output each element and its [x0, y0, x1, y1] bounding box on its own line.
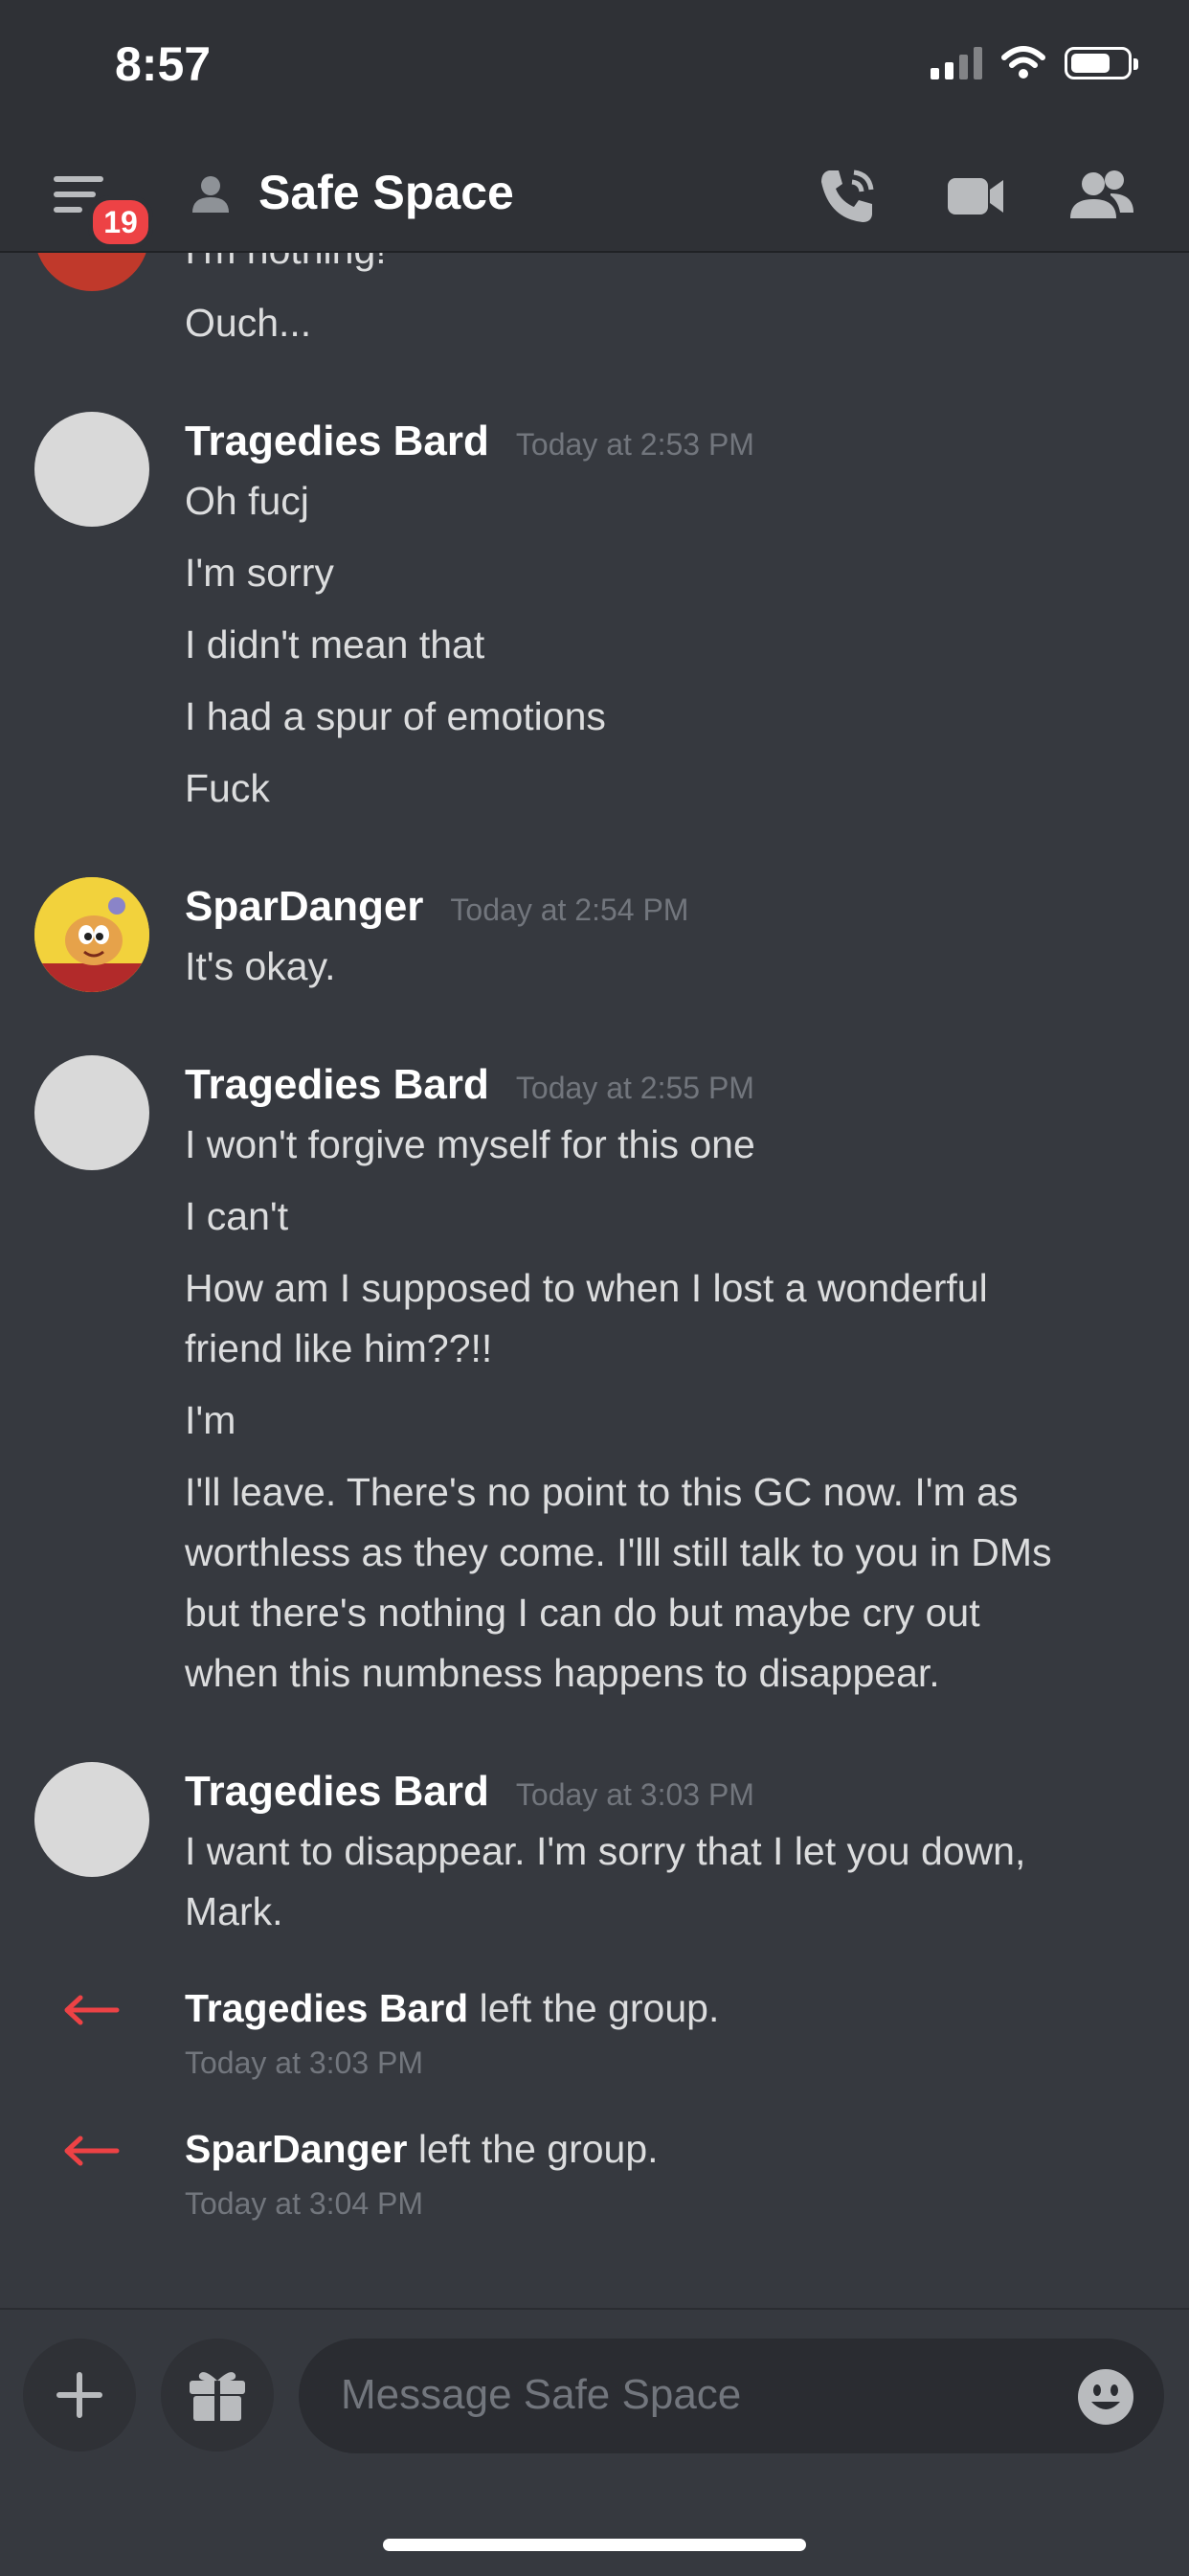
- gift-button[interactable]: [161, 2339, 274, 2452]
- message-timestamp: Today at 2:55 PM: [515, 1071, 754, 1105]
- video-icon[interactable]: [944, 165, 1007, 228]
- battery-icon: [1065, 47, 1138, 79]
- message-line: I'm sorry: [185, 551, 334, 595]
- author-name[interactable]: Tragedies Bard: [185, 418, 489, 464]
- message-line: Ouch...: [185, 301, 312, 345]
- message-line: Oh fucj: [185, 479, 309, 523]
- dm-user-icon: [192, 176, 229, 213]
- message-line: Fuck: [185, 766, 270, 810]
- avatar-tragedies-bard[interactable]: [34, 1762, 149, 1877]
- call-icon[interactable]: [816, 165, 879, 228]
- system-timestamp: Today at 3:04 PM: [185, 2186, 424, 2221]
- message-input-placeholder: Message Safe Space: [341, 2371, 742, 2418]
- message-timestamp: Today at 3:03 PM: [515, 1777, 754, 1812]
- message-header: SparDanger Today at 2:54 PM: [185, 883, 688, 931]
- gift-icon: [190, 2372, 245, 2421]
- status-icons: [931, 46, 1138, 80]
- message-line: friend like him??!!: [185, 1326, 493, 1370]
- message-line: I didn't mean that: [185, 622, 485, 667]
- author-name[interactable]: Tragedies Bard: [185, 1768, 489, 1815]
- message-line: when this numbness happens to disappear.: [185, 1651, 940, 1695]
- message-line: I want to disappear. I'm sorry that I le…: [185, 1829, 1026, 1873]
- avatar-spardanger[interactable]: [34, 877, 149, 992]
- author-name[interactable]: Tragedies Bard: [185, 1061, 489, 1108]
- message-line: worthless as they come. I'lll still talk…: [185, 1530, 1052, 1574]
- message-timestamp: Today at 2:54 PM: [450, 893, 689, 927]
- message-line: I had a spur of emotions: [185, 694, 606, 738]
- message-line: I can't: [185, 1194, 289, 1238]
- avatar-tragedies-bard[interactable]: [34, 412, 149, 527]
- message-line: I won't forgive myself for this one: [185, 1122, 755, 1166]
- system-message: SparDanger left the group.: [185, 2127, 659, 2172]
- message-header: Tragedies Bard Today at 2:53 PM: [185, 418, 754, 465]
- unread-badge: 19: [88, 195, 153, 249]
- message-line: It's okay.: [185, 944, 336, 988]
- status-bar: 8:57: [0, 0, 1189, 144]
- system-message: Tragedies Bard left the group.: [185, 1986, 719, 2031]
- message-line: but there's nothing I can do but maybe c…: [185, 1591, 980, 1635]
- message-line: Mark.: [185, 1889, 283, 1933]
- message-timestamp: Today at 2:53 PM: [515, 427, 754, 462]
- system-action: left the group.: [407, 2127, 659, 2171]
- message-line: I'll leave. There's no point to this GC …: [185, 1470, 1019, 1514]
- message-line: How am I supposed to when I lost a wonde…: [185, 1266, 988, 1310]
- home-indicator[interactable]: [383, 2539, 806, 2551]
- message-input[interactable]: Message Safe Space: [299, 2339, 1164, 2453]
- signal-icon: [931, 47, 982, 79]
- avatar-spardanger-partial[interactable]: [34, 253, 149, 291]
- wifi-icon: [1001, 46, 1045, 79]
- cartoon-avatar-icon: [34, 877, 149, 992]
- message-header: Tragedies Bard Today at 3:03 PM: [185, 1768, 754, 1816]
- add-attachment-button[interactable]: [23, 2339, 136, 2452]
- message-composer: Message Safe Space: [0, 2308, 1189, 2576]
- leave-arrow-icon: [64, 2135, 120, 2166]
- channel-title: Safe Space: [258, 166, 514, 219]
- system-action: left the group.: [468, 1986, 720, 2030]
- message-line: I'm nothing!: [185, 253, 387, 273]
- system-user[interactable]: Tragedies Bard: [185, 1986, 468, 2030]
- avatar-tragedies-bard[interactable]: [34, 1055, 149, 1170]
- channel-header: 19 Safe Space: [0, 144, 1189, 253]
- leave-arrow-icon: [64, 1995, 120, 2025]
- members-icon[interactable]: [1066, 165, 1137, 228]
- menu-button[interactable]: 19: [50, 170, 153, 249]
- emoji-icon[interactable]: [1076, 2367, 1135, 2427]
- status-time: 8:57: [115, 37, 212, 91]
- message-list[interactable]: I'm nothing! Ouch... Tragedies Bard Today…: [0, 253, 1189, 2307]
- system-user[interactable]: SparDanger: [185, 2127, 407, 2171]
- system-timestamp: Today at 3:03 PM: [185, 2045, 424, 2080]
- plus-icon: [56, 2372, 102, 2418]
- message-line: I'm: [185, 1398, 236, 1442]
- message-header: Tragedies Bard Today at 2:55 PM: [185, 1061, 754, 1109]
- author-name[interactable]: SparDanger: [185, 883, 423, 930]
